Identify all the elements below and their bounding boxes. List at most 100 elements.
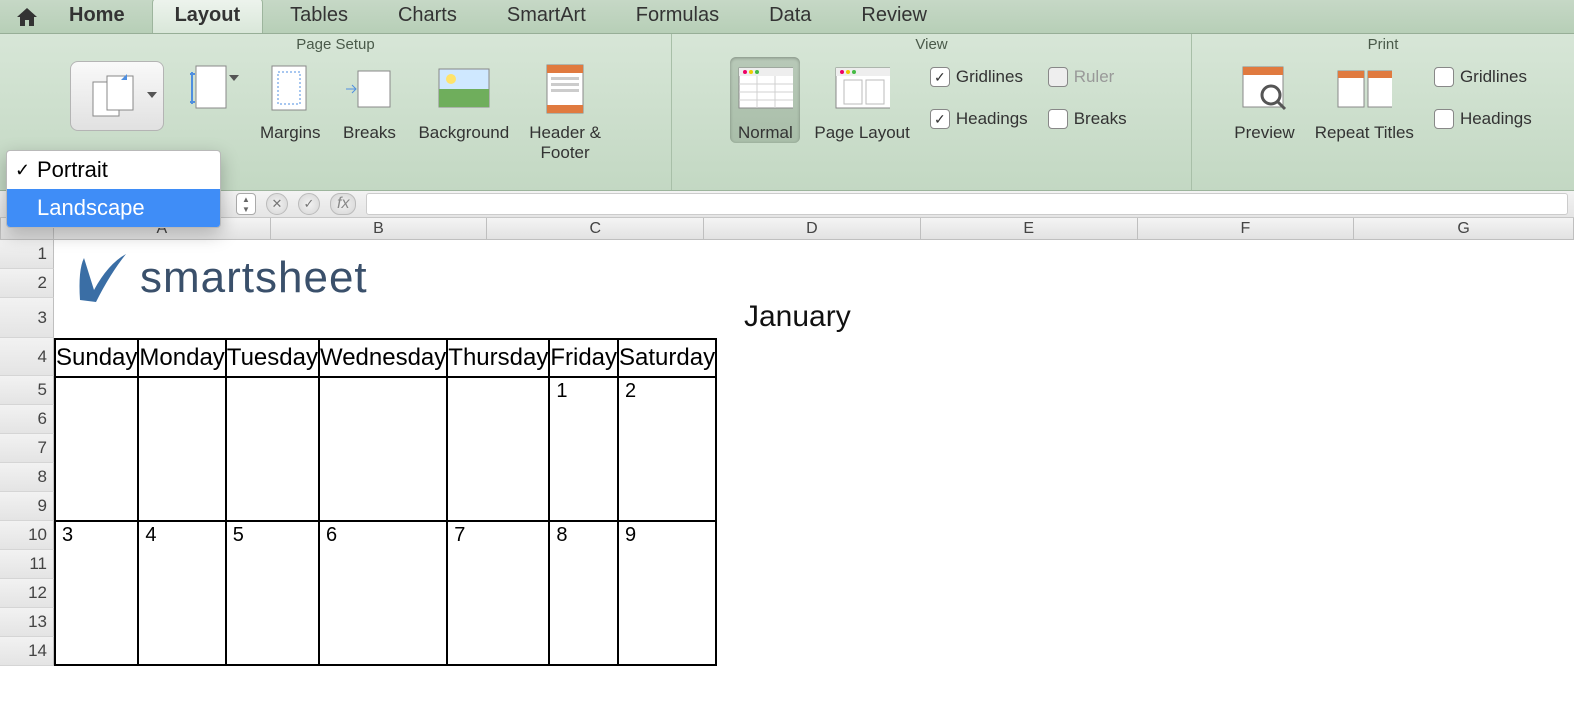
day-fri: Friday <box>549 339 618 377</box>
headings-checkbox[interactable]: ✓Headings <box>924 105 1034 133</box>
ruler-checkbox[interactable]: Ruler <box>1042 63 1133 91</box>
orientation-button[interactable] <box>70 61 164 131</box>
col-C[interactable]: C <box>487 218 704 240</box>
smartsheet-logo: smartsheet <box>74 250 368 306</box>
cal-cell[interactable]: 2 <box>618 377 716 521</box>
formula-input[interactable] <box>366 193 1568 215</box>
day-wed: Wednesday <box>319 339 447 377</box>
row-9[interactable]: 9 <box>0 492 54 521</box>
background-button[interactable]: Background <box>412 57 515 143</box>
margins-label: Margins <box>260 123 320 143</box>
breaks-label: Breaks <box>343 123 396 143</box>
calendar-table: Sunday Monday Tuesday Wednesday Thursday… <box>54 338 717 666</box>
cal-cell[interactable] <box>55 377 138 521</box>
row-13[interactable]: 13 <box>0 608 54 637</box>
group-title-print: Print <box>1198 34 1568 57</box>
day-sat: Saturday <box>618 339 716 377</box>
col-G[interactable]: G <box>1354 218 1574 240</box>
row-4[interactable]: 4 <box>0 338 54 376</box>
view-page-layout-button[interactable]: Page Layout <box>808 57 915 143</box>
tab-review[interactable]: Review <box>838 0 950 33</box>
cal-cell[interactable]: 4 <box>138 521 225 665</box>
tab-layout[interactable]: Layout <box>152 0 264 33</box>
header-footer-button[interactable]: Header & Footer <box>523 57 607 162</box>
col-F[interactable]: F <box>1138 218 1355 240</box>
fx-icon[interactable]: fx <box>330 193 356 215</box>
home-icon[interactable] <box>16 6 38 28</box>
gridlines-checkbox[interactable]: ✓Gridlines <box>924 63 1034 91</box>
view-page-layout-label: Page Layout <box>814 123 909 143</box>
month-title: January <box>744 300 851 334</box>
day-sun: Sunday <box>55 339 138 377</box>
col-E[interactable]: E <box>921 218 1138 240</box>
cal-cell[interactable] <box>447 377 549 521</box>
chevron-down-icon <box>147 92 157 98</box>
row-7[interactable]: 7 <box>0 434 54 463</box>
accept-icon[interactable]: ✓ <box>298 193 320 215</box>
row-headers: 1 2 3 4 5 6 7 8 9 10 11 12 13 14 <box>0 240 54 666</box>
formula-bar: ▲▼ ✕ ✓ fx <box>0 191 1574 218</box>
view-normal-label: Normal <box>738 123 793 143</box>
print-preview-button[interactable]: Preview <box>1228 57 1300 143</box>
margins-button[interactable]: Margins <box>254 57 326 143</box>
breaks-button[interactable]: Breaks <box>334 57 404 143</box>
chevron-down-icon <box>229 75 239 81</box>
cal-cell[interactable]: 8 <box>549 521 618 665</box>
print-gridlines-label: Gridlines <box>1460 67 1527 87</box>
cal-cell[interactable] <box>138 377 225 521</box>
tab-formulas[interactable]: Formulas <box>613 0 742 33</box>
cal-cell[interactable]: 9 <box>618 521 716 665</box>
orientation-portrait-label: Portrait <box>37 157 108 183</box>
headings-label: Headings <box>956 109 1028 129</box>
col-B[interactable]: B <box>271 218 488 240</box>
print-headings-checkbox[interactable]: Headings <box>1428 105 1538 133</box>
cal-cell[interactable] <box>319 377 447 521</box>
cal-cell[interactable]: 3 <box>55 521 138 665</box>
row-1[interactable]: 1 <box>0 240 54 269</box>
size-button[interactable] <box>178 57 246 81</box>
calendar-week-1: 1 2 <box>55 377 716 521</box>
group-view: View Normal Page Layout ✓Gridlines ✓Head… <box>672 34 1192 190</box>
row-3[interactable]: 3 <box>0 298 54 338</box>
cells-area[interactable]: smartsheet January Sunday Monday Tuesday <box>54 240 1574 666</box>
tab-charts[interactable]: Charts <box>375 0 480 33</box>
ribbon: Page Setup Margins <box>0 34 1574 191</box>
row-5[interactable]: 5 <box>0 376 54 405</box>
row-10[interactable]: 10 <box>0 521 54 550</box>
header-footer-label: Header & Footer <box>529 123 601 162</box>
repeat-titles-button[interactable]: Repeat Titles <box>1309 57 1420 143</box>
tab-home[interactable]: Home <box>46 0 148 33</box>
row-11[interactable]: 11 <box>0 550 54 579</box>
cal-cell[interactable]: 6 <box>319 521 447 665</box>
row-12[interactable]: 12 <box>0 579 54 608</box>
col-D[interactable]: D <box>704 218 921 240</box>
view-breaks-checkbox[interactable]: Breaks <box>1042 105 1133 133</box>
row-2[interactable]: 2 <box>0 269 54 298</box>
orientation-portrait[interactable]: ✓Portrait <box>7 151 220 189</box>
tab-tables[interactable]: Tables <box>267 0 371 33</box>
group-title-view: View <box>678 34 1185 57</box>
spreadsheet: A B C D E F G 1 2 3 4 5 6 7 8 9 10 11 12… <box>0 218 1574 666</box>
fx-label: fx <box>337 195 349 213</box>
orientation-landscape-label: Landscape <box>37 195 145 221</box>
ruler-label: Ruler <box>1074 67 1115 87</box>
cal-cell[interactable]: 5 <box>226 521 319 665</box>
print-gridlines-checkbox[interactable]: Gridlines <box>1428 63 1538 91</box>
cal-cell[interactable]: 7 <box>447 521 549 665</box>
cancel-icon[interactable]: ✕ <box>266 193 288 215</box>
tab-smartart[interactable]: SmartArt <box>484 0 609 33</box>
smartsheet-check-icon <box>74 250 130 306</box>
row-8[interactable]: 8 <box>0 463 54 492</box>
row-14[interactable]: 14 <box>0 637 54 666</box>
name-box-stepper[interactable]: ▲▼ <box>236 193 256 215</box>
cal-cell[interactable] <box>226 377 319 521</box>
view-normal-button[interactable]: Normal <box>730 57 800 143</box>
row-6[interactable]: 6 <box>0 405 54 434</box>
tab-data[interactable]: Data <box>746 0 834 33</box>
print-preview-label: Preview <box>1234 123 1294 143</box>
cal-cell[interactable]: 1 <box>549 377 618 521</box>
day-tue: Tuesday <box>226 339 319 377</box>
print-headings-label: Headings <box>1460 109 1532 129</box>
group-title-page-setup: Page Setup <box>6 34 665 57</box>
orientation-landscape[interactable]: Landscape <box>7 189 220 227</box>
